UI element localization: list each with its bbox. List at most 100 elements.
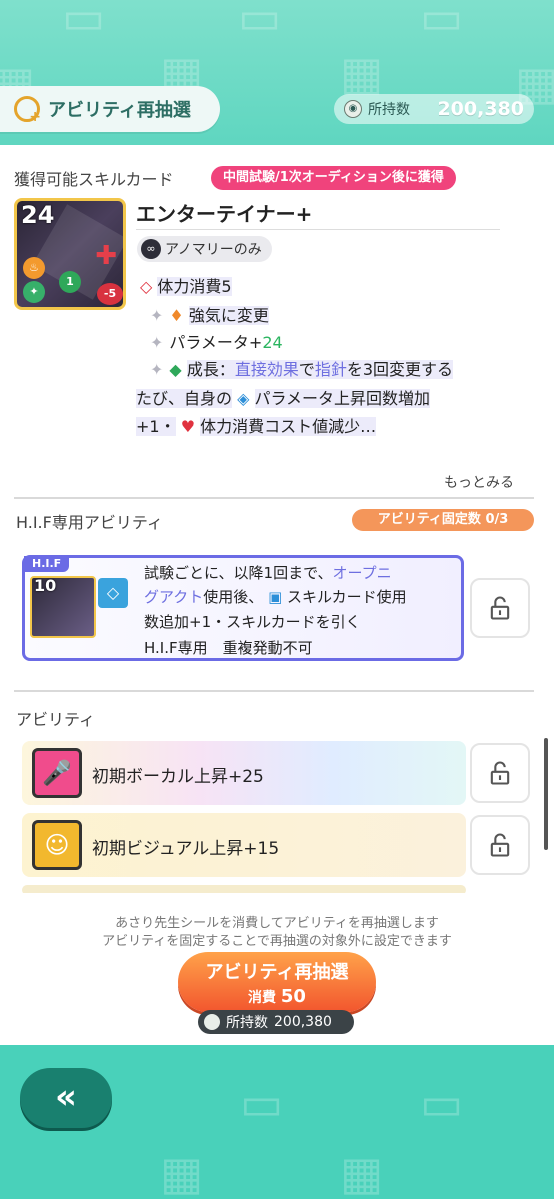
cost-label: 消費 [248,990,277,1006]
desc-param-up: パラメータ上昇回数増加 [254,389,431,408]
param-up-icon: ◈ [237,389,250,408]
hp-gem-icon: -5 [97,283,123,305]
desc-self: たび、自身の [136,389,233,408]
ability-section-title: アビリティ [16,710,96,729]
sparkle-icon: ✦ [150,360,164,379]
desc-line-4: ✦ ◆ 成長：直接効果で指針を3回変更する [150,356,454,380]
anomaly-only-badge: ∞ アノマリーのみ [137,236,272,262]
book-pattern-icon: ▭ [420,1076,464,1130]
desc-line-2: ✦ ♦ 強気に変更 [150,302,269,326]
desc-line-1: ◇ 体力消費5 [140,273,232,297]
section-divider [14,690,534,692]
sparkle-icon: ✦ [150,306,164,325]
seal-coin-icon: ◉ [344,100,362,118]
back-button[interactable]: « [20,1068,112,1128]
desc-policy: 指針 [314,360,347,379]
hif-text-line-3: 数追加+1・スキルカードを引く [144,613,361,631]
ability-reroll-tab[interactable]: アビリティ再抽選 [0,86,220,132]
unlock-icon [490,833,510,857]
footer-owned-value: 200,380 [274,1014,332,1030]
hif-diamond-icon: ◇ [98,578,128,608]
footer-owned-pill: 所持数 200,380 [198,1010,354,1034]
flame-icon: ♦ [169,306,184,325]
book-pattern-icon: ▭ [238,0,282,44]
vocal-lock-button[interactable] [470,743,530,803]
anomaly-icon: ∞ [141,239,161,259]
card-name: エンターテイナー+ [136,202,313,226]
section-divider [14,497,534,499]
owned-label: 所持数 [368,102,410,118]
book-pattern-icon: ▭ [62,0,106,44]
footer-note-1: あさり先生シールを消費してアビリティを再抽選します [115,916,439,931]
ability-row-visual[interactable]: ☺ 初期ビジュアル上昇+15 [22,813,466,877]
footer-owned-label: 所持数 [226,1015,268,1031]
desc-line-3: ✦ パラメータ+24 [150,329,283,353]
card-plus-icon: ✚ [95,241,117,271]
visual-icon: ☺ [32,820,82,870]
hif-section-title: H.I.F専用アビリティ [16,513,163,532]
hif-text-1a: 試験ごとに、以降1回まで、 [144,564,333,582]
hif-tag: H.I.F [24,556,70,572]
hif-text-2c: スキルカード使用 [287,588,407,606]
owned-count-pill: ◉ 所持数 200,380 [334,94,534,124]
hp-cost-icon: ◇ [140,277,153,296]
flame-gem-icon: ♨ [23,257,45,279]
book-pattern-icon: ▭ [420,0,464,44]
hif-lock-button[interactable] [470,578,530,638]
skill-card-image[interactable]: 24 ✚ ♨ 1 ✦ -5 [14,198,126,310]
book-pattern-icon: ▭ [240,1076,284,1130]
hif-card-thumbnail: 10 [30,576,96,638]
growth-icon: ◆ [169,360,182,379]
reroll-tab-label: アビリティ再抽選 [48,100,191,121]
hif-text-1b: オープニ [332,564,392,582]
footer-note-2: アビリティを固定することで再抽選の対象外に設定できます [102,934,452,949]
desc-line-6: +1・ ♥ 体力消費コスト値減少… [136,413,377,437]
desc-line-5: たび、自身の ◈ パラメータ上昇回数増加 [136,385,431,409]
hif-text-line-2: グアクト使用後、 ▣ スキルカード使用 [144,586,407,607]
calendar-pattern-icon: ▦ [160,1146,204,1199]
green-gem-icon: 1 [59,271,81,293]
microphone-icon: 🎤 [32,748,82,798]
desc-direct-effect: 直接効果 [234,360,299,379]
desc-growth-label: 成長： [186,360,235,379]
desc-plus-one: +1・ [136,417,176,436]
fixed-count-badge: アビリティ固定数 0/3 [352,509,534,531]
hif-text-line-4: H.I.F専用 重複発動不可 [144,639,313,657]
calendar-pattern-icon: ▦ [340,46,384,100]
desc-param-label: パラメータ+ [169,333,263,352]
reroll-button[interactable]: アビリティ再抽選 消費 50 [178,952,376,1012]
desc-hp-reduce: 体力消費コスト値減少… [200,417,377,436]
visual-lock-button[interactable] [470,815,530,875]
unlock-icon [490,596,510,620]
calendar-pattern-icon: ▦ [340,1146,384,1199]
reroll-button-label: アビリティ再抽選 [205,962,349,983]
growth-gem-icon: ✦ [23,281,45,303]
ability-label: 初期ビジュアル上昇+15 [92,839,280,859]
anomaly-label: アノマリーのみ [165,242,262,258]
hif-card-cost: 10 [34,576,57,595]
reroll-cost: 消費 50 [178,986,376,1007]
desc-hp-cost: 体力消費5 [157,277,232,296]
desc-de: で [298,360,315,379]
skill-section-title: 獲得可能スキルカード [14,170,174,189]
reroll-icon [14,96,41,125]
hif-text-line-1: 試験ごとに、以降1回まで、オープニ [144,562,392,583]
sparkle-icon: ✦ [150,333,164,352]
hif-text-2a: グアクト [144,588,204,606]
ability-label: 初期ボーカル上昇+25 [92,767,264,787]
heart-icon: ♥ [180,417,196,436]
card-name-divider [136,229,500,230]
desc-stance: 強気に変更 [188,306,269,325]
owned-value: 200,380 [437,98,524,120]
unlock-icon [490,761,510,785]
scrollbar[interactable] [544,738,548,850]
card-cost: 24 [21,201,55,229]
ability-row-vocal[interactable]: 🎤 初期ボーカル上昇+25 [22,741,466,805]
acquisition-badge: 中間試験/1次オーディション後に獲得 [211,166,456,190]
hif-text-2b: 使用後、 [203,588,264,606]
desc-param-value: 24 [262,333,283,352]
cost-value: 50 [280,986,306,1007]
desc-change-count: を3回変更する [346,360,454,379]
skill-card-icon: ▣ [268,588,283,606]
see-more-link[interactable]: もっとみる [444,472,514,492]
